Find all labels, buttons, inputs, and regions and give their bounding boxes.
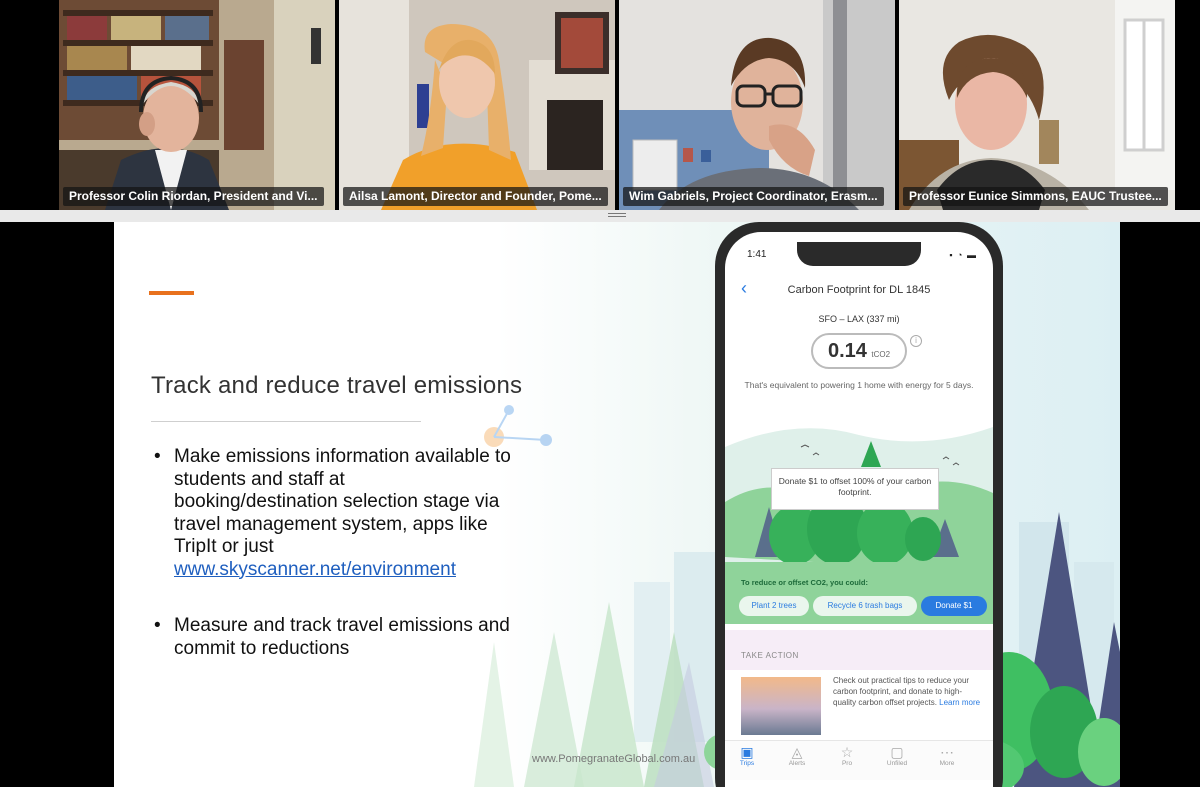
phone-notch xyxy=(797,242,921,266)
take-action-text: Check out practical tips to reduce your … xyxy=(833,675,983,708)
title-rule xyxy=(151,421,421,422)
info-icon: i xyxy=(910,335,922,347)
slide-accent-bar xyxy=(149,291,194,295)
participant-tile-4[interactable]: Professor Eunice Simmons, EAUC Trustee..… xyxy=(899,0,1175,210)
bullet-text-2: Measure and track travel emissions and c… xyxy=(174,615,510,659)
bullet-item-2: • Measure and track travel emissions and… xyxy=(152,615,512,660)
resize-grip-icon[interactable] xyxy=(608,213,626,219)
video-meeting-window: Professor Colin Riordan, President and V… xyxy=(0,0,1200,787)
tab-more[interactable]: ⋯ More xyxy=(927,744,967,767)
tab-trips[interactable]: ▣ Trips xyxy=(727,744,767,767)
flight-route: SFO – LAX (337 mi) xyxy=(818,314,900,324)
slide-title: Track and reduce travel emissions xyxy=(151,372,523,399)
emissions-unit: tCO2 xyxy=(871,350,891,359)
tab-label: Pro xyxy=(841,760,853,767)
screen-share-area: Track and reduce travel emissions • Make… xyxy=(0,222,1200,787)
tab-alerts[interactable]: ◬ Alerts xyxy=(777,744,817,767)
tab-label: Alerts xyxy=(788,760,806,767)
bullet-marker: • xyxy=(154,446,161,467)
phone-mockup: 1:41 ▪ ◔ ▬ ‹ Carbon Footprint for DL 184… xyxy=(715,222,1003,787)
donate-button[interactable]: Donate $1 xyxy=(921,596,987,616)
plant-trees-chip[interactable]: Plant 2 trees xyxy=(739,596,809,616)
strip-divider[interactable] xyxy=(0,210,1200,222)
bullet-marker: • xyxy=(154,615,161,636)
briefcase-icon: ▣ xyxy=(740,744,754,760)
participant-name-4: Professor Eunice Simmons, EAUC Trustee..… xyxy=(903,187,1168,206)
participant-name-1: Professor Colin Riordan, President and V… xyxy=(63,187,324,206)
participant-tile-2[interactable]: Ailsa Lamont, Director and Founder, Pome… xyxy=(339,0,615,210)
participant-tile-1[interactable]: Professor Colin Riordan, President and V… xyxy=(59,0,335,210)
phone-time: 1:41 xyxy=(747,249,767,260)
phone-screen: 1:41 ▪ ◔ ▬ ‹ Carbon Footprint for DL 184… xyxy=(725,232,993,787)
document-icon: ▢ xyxy=(890,744,904,760)
tab-label: More xyxy=(939,760,955,767)
participant-video-1 xyxy=(59,0,335,210)
bullet-item-1: • Make emissions information available t… xyxy=(152,446,512,581)
participant-name-3: Wim Gabriels, Project Coordinator, Erasm… xyxy=(623,187,884,206)
more-icon: ⋯ xyxy=(940,744,954,760)
take-action-band xyxy=(725,630,993,670)
offset-panel-label: To reduce or offset CO2, you could: xyxy=(741,578,868,587)
participant-video-2 xyxy=(339,0,615,210)
participant-video-3 xyxy=(619,0,895,210)
skyscanner-link[interactable]: www.skyscanner.net/environment xyxy=(174,559,456,580)
recycle-bags-chip[interactable]: Recycle 6 trash bags xyxy=(813,596,917,616)
bullet-text-1: Make emissions information available to … xyxy=(174,446,511,557)
slide-bullet-list: • Make emissions information available t… xyxy=(152,446,512,694)
participant-tile-3[interactable]: Wim Gabriels, Project Coordinator, Erasm… xyxy=(619,0,895,210)
participant-name-2: Ailsa Lamont, Director and Founder, Pome… xyxy=(343,187,608,206)
tab-pro[interactable]: ☆ Pro xyxy=(827,744,867,767)
tab-label: Trips xyxy=(739,760,755,767)
emissions-value-pill: 0.14 tCO2 xyxy=(811,333,907,369)
tab-unfiled[interactable]: ▢ Unfiled xyxy=(877,744,917,767)
bell-icon: ◬ xyxy=(791,744,803,760)
take-action-label: TAKE ACTION xyxy=(741,651,799,660)
tab-label: Unfiled xyxy=(886,760,908,767)
learn-more-link[interactable]: Learn more xyxy=(939,698,980,707)
emissions-value: 0.14 xyxy=(827,340,867,362)
phone-screen-title: Carbon Footprint for DL 1845 xyxy=(787,284,931,296)
presentation-slide: Track and reduce travel emissions • Make… xyxy=(114,222,1120,787)
slide-footer-url: www.PomegranateGlobal.com.au xyxy=(532,753,696,765)
donate-prompt-card[interactable]: Donate $1 to offset 100% of your carbon … xyxy=(771,468,939,510)
star-icon: ☆ xyxy=(840,744,854,760)
participant-video-4 xyxy=(899,0,1175,210)
participant-strip: Professor Colin Riordan, President and V… xyxy=(0,0,1200,210)
phone-status-icons: ▪ ◔ ▬ xyxy=(949,250,977,260)
emissions-equivalent-text: That's equivalent to powering 1 home wit… xyxy=(744,380,974,390)
wind-turbine-thumbnail xyxy=(741,677,821,735)
